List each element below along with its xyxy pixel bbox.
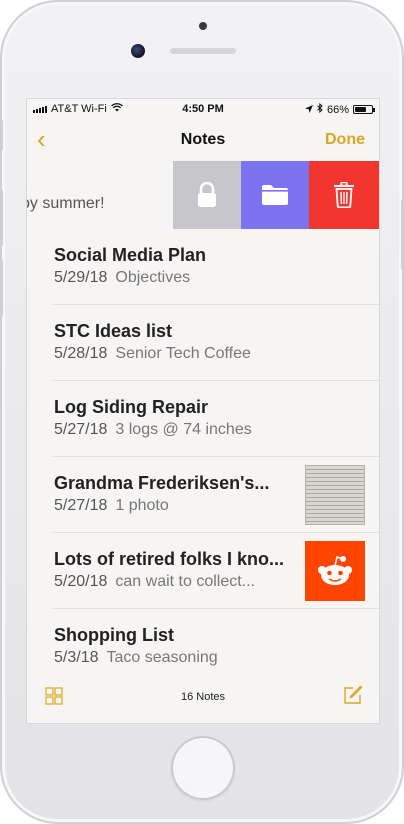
note-date: 5/27/18	[54, 421, 108, 438]
note-date: 5/3/18	[54, 649, 99, 666]
swiped-note-row[interactable]: by summer!	[27, 161, 379, 229]
battery-percent: 66%	[326, 103, 349, 116]
note-title: Lots of retired folks I kno...	[54, 549, 285, 569]
bluetooth-icon	[317, 102, 323, 116]
note-row[interactable]: STC Ideas list 5/28/18 Senior Tech Coffee	[27, 305, 379, 381]
note-thumbnail-document	[305, 465, 365, 525]
home-button[interactable]	[171, 736, 235, 800]
note-title: Shopping List	[54, 625, 174, 645]
swiped-note-text: by summer!	[26, 195, 105, 212]
note-preview: Senior Tech Coffee	[115, 345, 251, 362]
note-preview: 1 photo	[115, 497, 169, 514]
note-preview: 3 logs @ 74 inches	[115, 421, 252, 438]
note-row[interactable]: Grandma Frederiksen's... 5/27/18 1 photo	[27, 457, 379, 533]
bottom-toolbar: 16 Notes	[27, 681, 379, 723]
mute-switch	[0, 120, 3, 150]
done-button[interactable]: Done	[325, 131, 365, 149]
note-preview: Objectives	[115, 269, 191, 286]
proximity-sensor	[199, 22, 207, 30]
trash-icon	[334, 182, 354, 208]
reddit-logo-icon	[318, 555, 352, 585]
note-row[interactable]: Social Media Plan 5/29/18 Objectives	[27, 229, 379, 305]
front-camera	[131, 44, 145, 58]
note-row[interactable]: Shopping List 5/3/18 Taco seasoning	[27, 609, 379, 685]
lock-note-button[interactable]	[173, 161, 241, 229]
note-meta: 5/27/18 3 logs @ 74 inches	[54, 421, 252, 439]
status-bar: AT&T Wi-Fi 4:50 PM 66%	[27, 99, 379, 119]
note-date: 5/29/18	[54, 269, 108, 286]
note-count: 16 Notes	[180, 691, 226, 703]
notes-list: Social Media Plan 5/29/18 Objectives STC …	[27, 229, 379, 685]
note-date: 5/27/18	[54, 497, 108, 514]
note-date: 5/28/18	[54, 345, 108, 362]
move-note-button[interactable]	[241, 161, 309, 229]
compose-icon[interactable]	[343, 685, 363, 705]
delete-note-button[interactable]	[309, 161, 379, 229]
battery-icon	[353, 105, 375, 114]
lock-icon	[198, 182, 216, 207]
navigation-bar: ‹ Notes Done	[27, 121, 379, 161]
note-title: Social Media Plan	[54, 245, 207, 265]
note-meta: 5/27/18 1 photo	[54, 497, 169, 515]
note-meta: 5/3/18 Taco seasoning	[54, 649, 218, 667]
earpiece-speaker	[170, 48, 236, 54]
screen: AT&T Wi-Fi 4:50 PM 66% ‹ Notes Done by s…	[26, 98, 380, 724]
location-icon	[304, 104, 313, 116]
note-title: Log Siding Repair	[54, 397, 209, 417]
volume-up-button	[0, 190, 3, 246]
note-preview: can wait to collect...	[115, 573, 256, 590]
volume-down-button	[0, 260, 3, 316]
note-row[interactable]: Lots of retired folks I kno... 5/20/18 ca…	[27, 533, 379, 609]
folder-icon	[262, 185, 288, 205]
note-title: Grandma Frederiksen's...	[54, 473, 270, 493]
note-title: STC Ideas list	[54, 321, 173, 341]
note-row[interactable]: Log Siding Repair 5/27/18 3 logs @ 74 inc…	[27, 381, 379, 457]
note-thumbnail-reddit	[305, 541, 365, 601]
note-date: 5/20/18	[54, 573, 108, 590]
note-meta: 5/28/18 Senior Tech Coffee	[54, 345, 251, 363]
note-preview: Taco seasoning	[106, 649, 218, 666]
note-meta: 5/20/18 can wait to collect...	[54, 573, 255, 591]
note-meta: 5/29/18 Objectives	[54, 269, 190, 287]
